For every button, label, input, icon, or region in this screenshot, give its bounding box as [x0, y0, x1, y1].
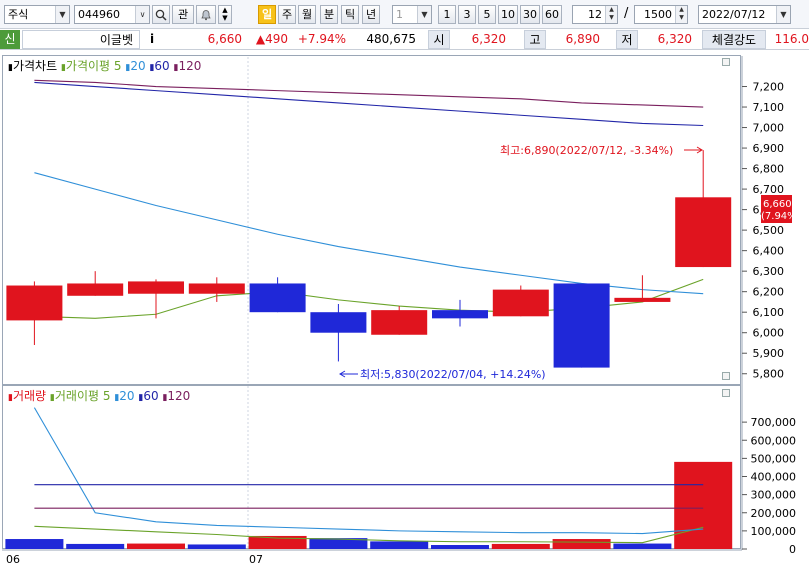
period-tab-year-label: 년: [365, 8, 377, 21]
interval-button-60[interactable]: 60: [542, 5, 562, 24]
search-icon: [155, 9, 167, 21]
volume-ma-60: 60: [143, 389, 159, 403]
total-count-spinner-icon[interactable]: ▲ ▼: [675, 6, 687, 23]
low-price: 6,320: [657, 32, 692, 46]
stock-code-value: 044960: [78, 8, 120, 21]
high-price: 6,890: [565, 32, 600, 46]
period-tab-year[interactable]: 년: [362, 5, 380, 24]
price-change-percent: +7.94%: [297, 32, 346, 46]
stock-code-input[interactable]: 044960 ∨: [74, 5, 150, 24]
strength-label: 체결강도: [702, 30, 766, 49]
info-button[interactable]: i: [142, 30, 162, 49]
price-panel-menu-icon[interactable]: [722, 58, 730, 66]
quote-bar: 신 이글벳 i 6,660 ▲490 +7.94% 480,675 시 6,32…: [0, 29, 809, 50]
bell-icon: [201, 10, 211, 21]
period-tab-day[interactable]: 일: [258, 5, 276, 24]
page-count-value: 12: [588, 8, 602, 21]
period-tab-tick-label: 틱: [344, 8, 356, 21]
period-tab-week[interactable]: 주: [278, 5, 296, 24]
chevron-down-icon[interactable]: ▼: [55, 6, 69, 23]
calendar-dropdown-icon[interactable]: ▼: [776, 6, 790, 23]
interval-button-1[interactable]: 1: [438, 5, 456, 24]
unit-select-value: 1: [396, 8, 403, 21]
interval-button-30[interactable]: 30: [520, 5, 540, 24]
interval-button-3[interactable]: 3: [458, 5, 476, 24]
stock-name-field: 이글벳: [22, 30, 140, 49]
price-ma-5: 5: [113, 59, 122, 73]
interval-button-60-label: 60: [545, 8, 559, 21]
price-ma-title: 가격이평: [65, 59, 111, 73]
period-tab-week-label: 주: [281, 8, 293, 21]
range-slash: /: [624, 6, 629, 21]
market-select[interactable]: 주식 ▼: [4, 5, 70, 24]
volume-ma-title: 거래이평: [54, 389, 100, 403]
price-change: ▲490: [255, 32, 288, 46]
x-label-07: 07: [249, 553, 263, 566]
current-price: 6,660: [207, 32, 242, 46]
total-count-value: 1500: [644, 8, 672, 21]
open-price: 6,320: [471, 32, 506, 46]
volume-chart-frame: [2, 385, 741, 549]
volume-legend: ▮거래량 ▮거래이평 5 ▮20 ▮60 ▮120: [8, 389, 191, 403]
date-picker-value: 2022/07/12: [702, 8, 766, 21]
interval-button-30-label: 30: [523, 8, 537, 21]
price-legend: ▮가격차트 ▮가격이평 5 ▮20 ▮60 ▮120: [8, 59, 202, 73]
code-dropdown-icon[interactable]: ∨: [135, 6, 149, 23]
period-tab-day-label: 일: [261, 8, 273, 21]
date-picker[interactable]: 2022/07/12 ▼: [698, 5, 791, 24]
unit-dropdown-icon[interactable]: ▼: [417, 6, 431, 23]
volume-ma-20: 20: [119, 389, 135, 403]
trade-volume: 480,675: [366, 32, 416, 46]
period-tab-month-label: 월: [301, 8, 313, 21]
price-legend-title: 가격차트: [12, 59, 58, 73]
volume-ma-120: 120: [167, 389, 191, 403]
total-count-input[interactable]: 1500 ▲ ▼: [634, 5, 688, 24]
volume-legend-title: 거래량: [12, 389, 47, 403]
interval-button-5-label: 5: [483, 8, 491, 21]
trade-strength: 116.0: [774, 32, 809, 46]
open-price-label: 시: [428, 30, 450, 49]
interval-button-3-label: 3: [463, 8, 471, 21]
price-chart-frame: [2, 55, 741, 385]
watchlist-button[interactable]: 관: [172, 5, 194, 24]
chart-toolbar: 주식 ▼ 044960 ∨ 관 ▲ ▼ 일 주 월 분 틱 년 1 ▼ 1 3 5…: [0, 0, 809, 29]
watchlist-button-label: 관: [177, 8, 189, 21]
price-panel-resize-icon[interactable]: [722, 372, 730, 380]
stock-name: 이글벳: [99, 33, 133, 47]
period-tab-tick[interactable]: 틱: [341, 5, 359, 24]
volume-chart-panel: ▮거래량 ▮거래이평 5 ▮20 ▮60 ▮120: [0, 385, 809, 550]
page-count-input[interactable]: 12 ▲ ▼: [572, 5, 618, 24]
market-select-value: 주식: [8, 8, 29, 21]
period-tab-minute-label: 분: [323, 8, 335, 21]
price-ma-120: 120: [178, 59, 202, 73]
credit-flag-badge: 신: [0, 30, 20, 49]
price-ma-20: 20: [130, 59, 146, 73]
up-down-arrows-icon: ▲ ▼: [222, 6, 228, 22]
low-price-label: 저: [616, 30, 638, 49]
volume-ma-5: 5: [102, 389, 111, 403]
interval-button-5[interactable]: 5: [478, 5, 496, 24]
bell-button[interactable]: [196, 5, 216, 24]
interval-button-1-label: 1: [443, 8, 451, 21]
volume-panel-menu-icon[interactable]: [722, 389, 730, 397]
up-down-stepper[interactable]: ▲ ▼: [218, 5, 232, 24]
price-chart-panel: ▮가격차트 ▮가격이평 5 ▮20 ▮60 ▮120: [0, 52, 809, 385]
x-label-06: 06: [6, 553, 20, 566]
interval-button-10-label: 10: [501, 8, 515, 21]
period-tab-minute[interactable]: 분: [320, 5, 338, 24]
price-ma-60: 60: [154, 59, 170, 73]
period-tab-month[interactable]: 월: [298, 5, 316, 24]
high-price-label: 고: [524, 30, 546, 49]
credit-flag-text: 신: [4, 32, 16, 46]
info-icon: i: [149, 32, 155, 46]
interval-button-10[interactable]: 10: [498, 5, 518, 24]
unit-select[interactable]: 1 ▼: [392, 5, 432, 24]
page-count-spinner-icon[interactable]: ▲ ▼: [605, 6, 617, 23]
search-button[interactable]: [152, 5, 170, 24]
